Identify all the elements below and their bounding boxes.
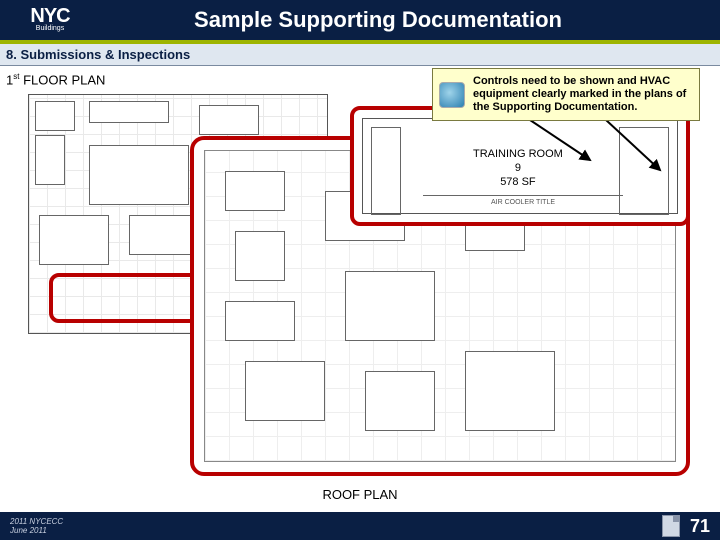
footer-line1: 2011 NYCECC	[10, 517, 63, 526]
callout-text: Controls need to be shown and HVAC equip…	[473, 75, 691, 114]
callout-arrow-2	[600, 116, 670, 176]
callout-arrow-1	[520, 116, 600, 166]
page-number: 71	[690, 516, 710, 537]
slide-body: 1st FLOOR PLAN Controls need to be shown…	[0, 66, 720, 508]
logo-sub-text: Buildings	[36, 25, 64, 33]
logo-main-text: NYC	[30, 7, 69, 25]
callout-box: Controls need to be shown and HVAC equip…	[432, 68, 700, 121]
roof-plan-label: ROOF PLAN	[322, 487, 397, 502]
first-floor-plan-label: 1st FLOOR PLAN	[6, 72, 105, 87]
document-icon	[662, 515, 680, 537]
section-heading: 8. Submissions & Inspections	[0, 44, 720, 66]
slide-header: NYC Buildings Sample Supporting Document…	[0, 0, 720, 44]
footer-line2: June 2011	[10, 526, 63, 535]
room-area: 578 SF	[473, 175, 563, 189]
footer-citation: 2011 NYCECC June 2011	[10, 517, 63, 535]
nyc-buildings-logo: NYC Buildings	[4, 2, 96, 38]
slide-title: Sample Supporting Documentation	[96, 7, 720, 33]
floor-plan-text: FLOOR PLAN	[19, 72, 105, 87]
info-icon	[439, 82, 465, 108]
slide-footer: 2011 NYCECC June 2011 71	[0, 512, 720, 540]
air-cooler-label: AIR COOLER TITLE	[423, 195, 623, 209]
